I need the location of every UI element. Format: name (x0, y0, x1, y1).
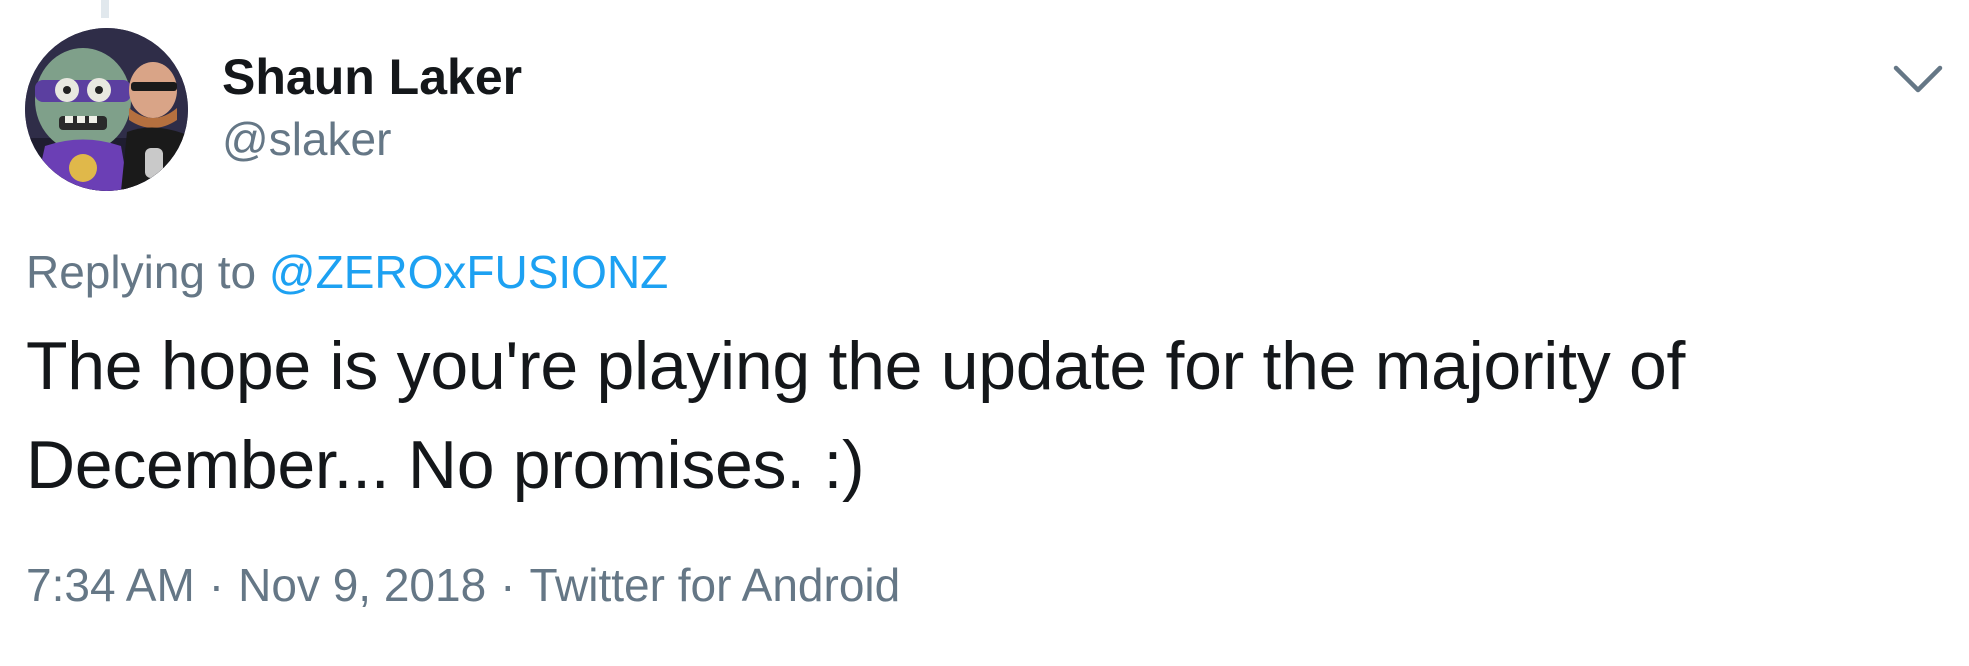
tweet-date[interactable]: Nov 9, 2018 (238, 559, 486, 611)
tweet-text-line: December... No promises. :) (26, 427, 865, 503)
thread-connector-line (101, 0, 109, 18)
author-handle[interactable]: @slaker (222, 114, 391, 165)
chevron-down-icon (1893, 65, 1943, 93)
tweet-time[interactable]: 7:34 AM (26, 559, 195, 611)
tweet-metadata: 7:34 AM · Nov 9, 2018 · Twitter for Android (26, 560, 900, 611)
reply-mention-link[interactable]: @ZEROxFUSIONZ (269, 246, 668, 298)
tweet-source[interactable]: Twitter for Android (530, 559, 901, 611)
reply-prefix: Replying to (26, 246, 257, 298)
meta-separator: · (208, 559, 225, 611)
meta-separator: · (500, 559, 516, 611)
avatar[interactable] (25, 28, 188, 191)
avatar-image (25, 28, 188, 191)
author-name[interactable]: Shaun Laker (222, 50, 522, 105)
tweet-text: The hope is you're playing the update fo… (26, 317, 1936, 515)
tweet-menu-button[interactable] (1892, 62, 1944, 96)
reply-context: Replying to @ZEROxFUSIONZ (26, 247, 668, 298)
tweet-text-line: The hope is you're playing the update fo… (26, 328, 1686, 404)
